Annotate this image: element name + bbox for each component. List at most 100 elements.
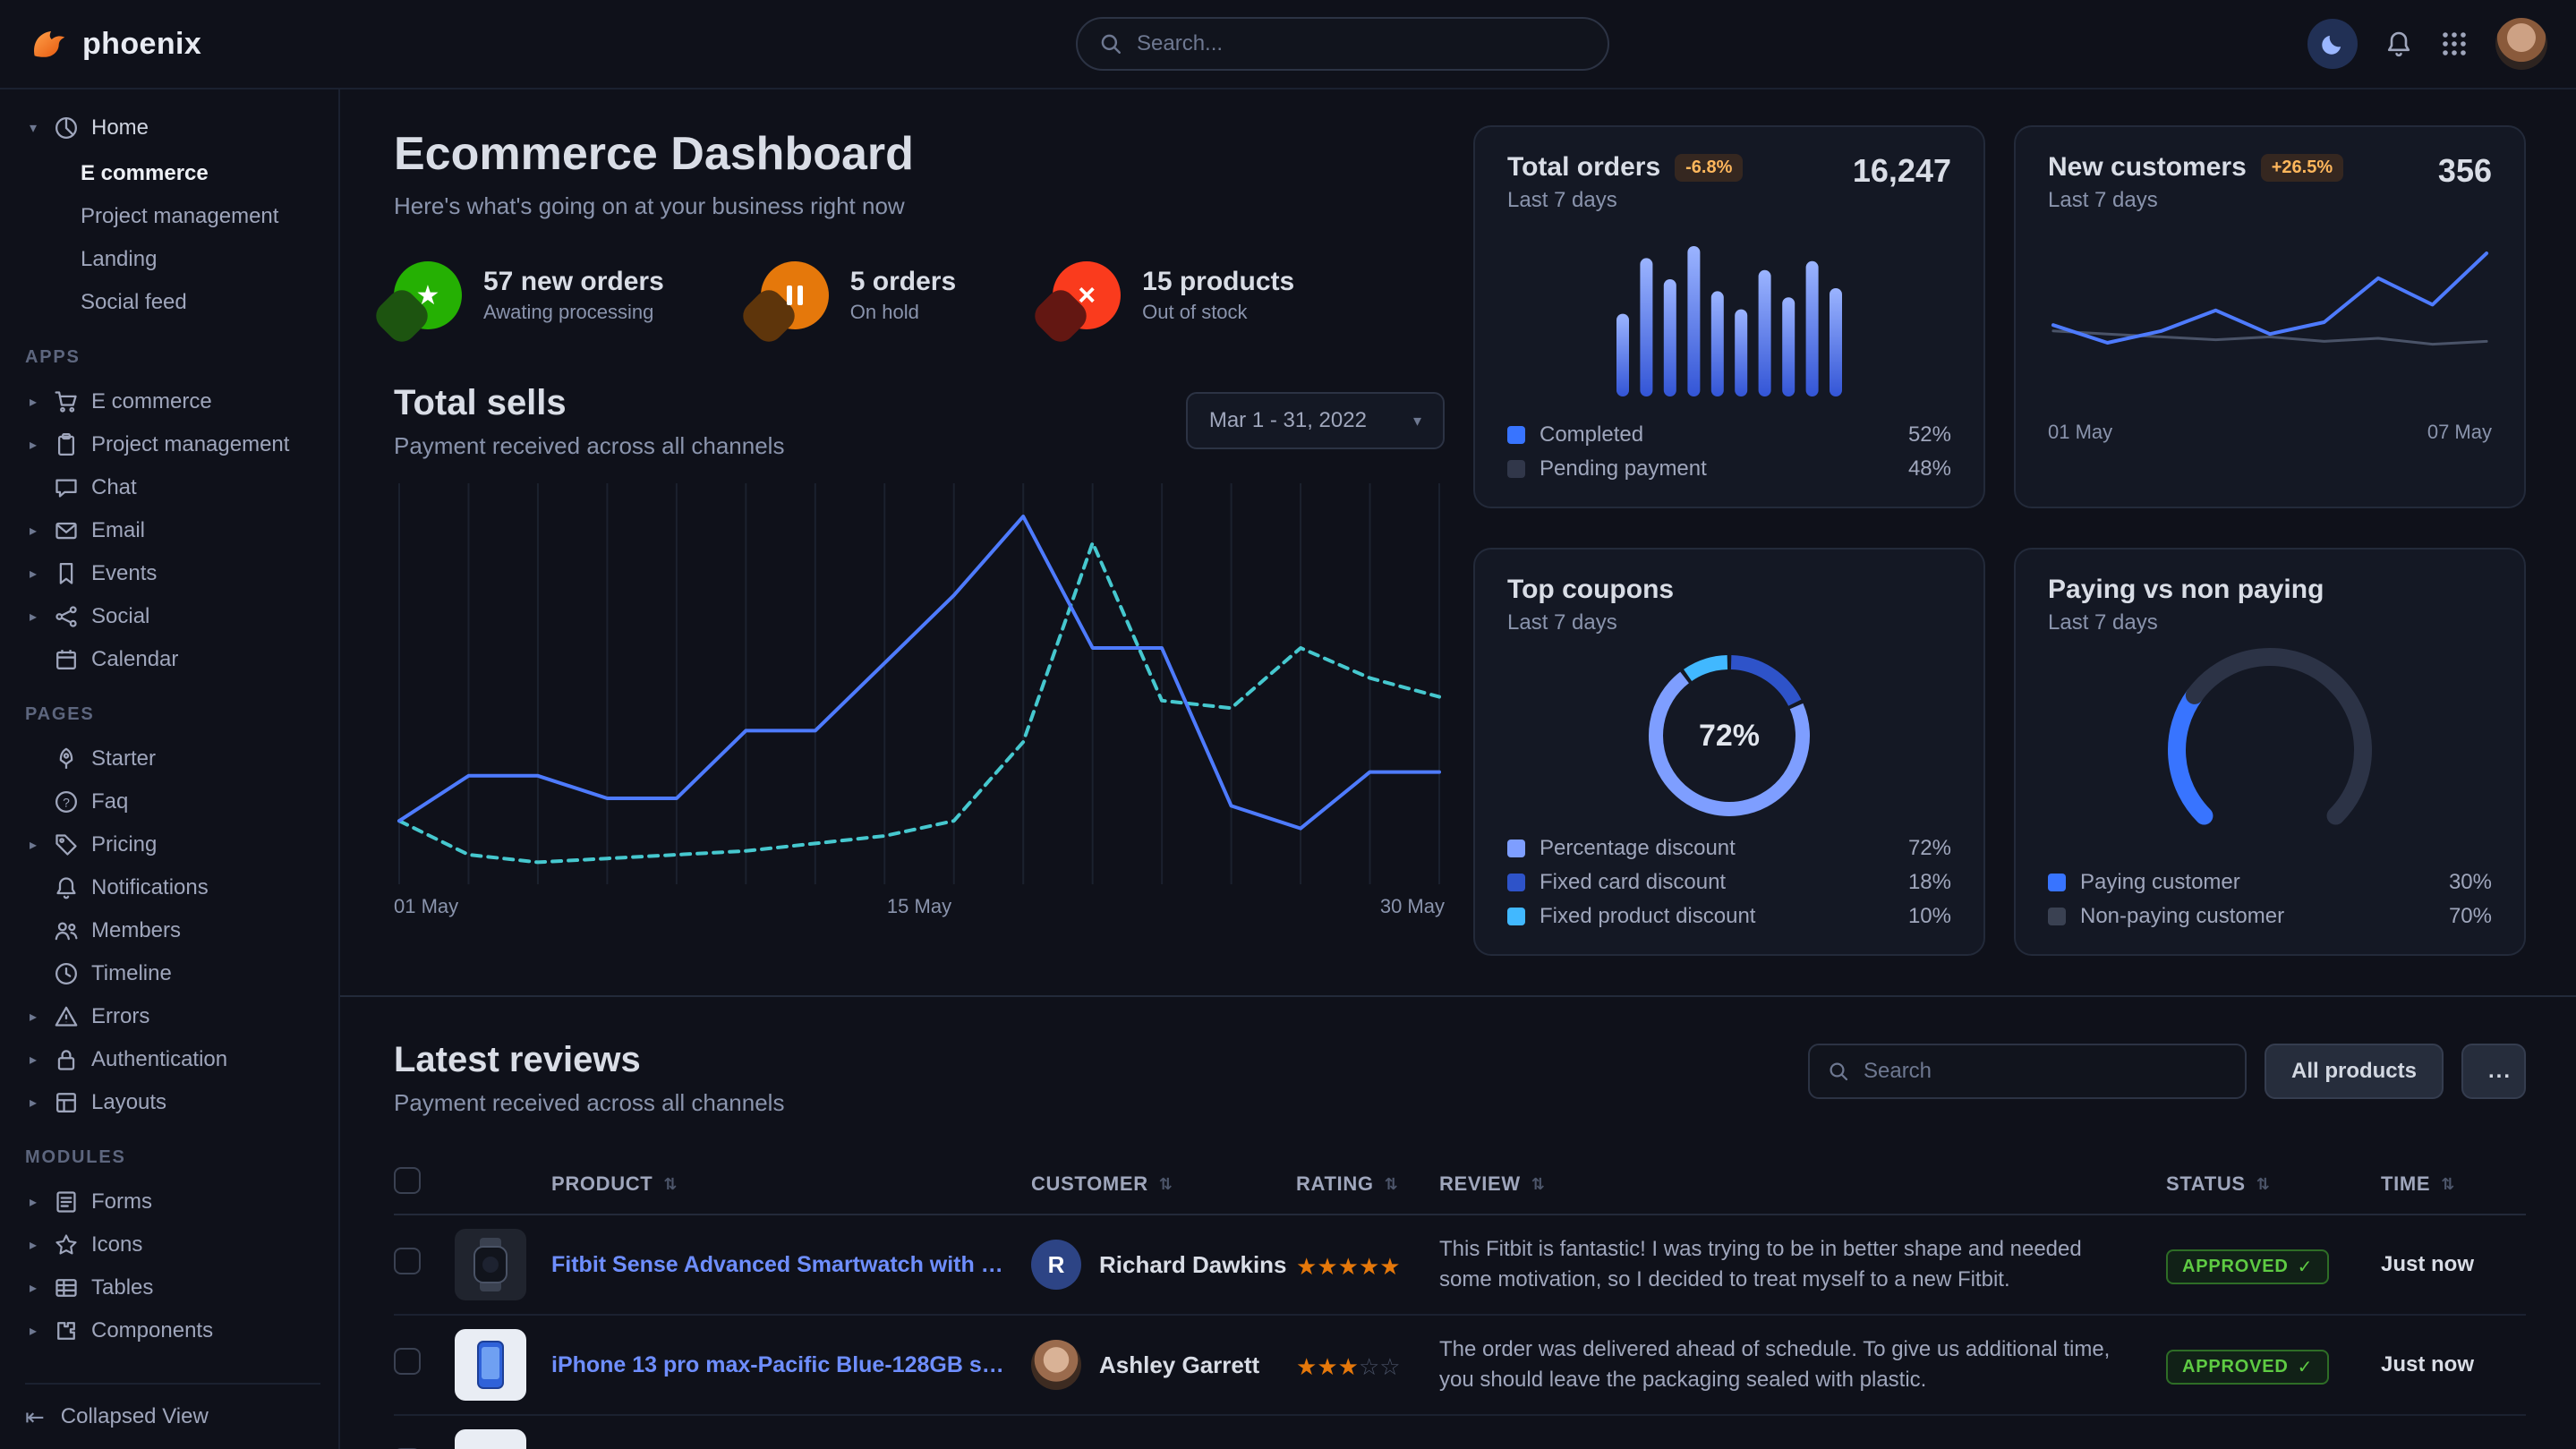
sidebar-home-submenu: E commerce Project management Landing So…: [25, 152, 320, 324]
new-customers-x-axis: 01 May 07 May: [2048, 421, 2492, 444]
clock-icon: [54, 961, 79, 986]
collapse-sidebar-toggle[interactable]: ⇤ Collapsed View: [25, 1383, 320, 1449]
user-avatar[interactable]: [2495, 18, 2547, 70]
calendar-icon: [54, 647, 79, 672]
card-title: New customers: [2048, 152, 2247, 183]
sidebar-item-components[interactable]: ▸ Components: [25, 1309, 320, 1352]
caret-right-icon: ▸: [25, 522, 41, 540]
global-search-input[interactable]: [1137, 31, 1586, 56]
sidebar-item-email[interactable]: ▸ Email: [25, 509, 320, 552]
sidebar-item-home[interactable]: ▾ Home: [25, 104, 320, 152]
product-thumbnail[interactable]: [455, 1229, 526, 1300]
caret-right-icon: ▸: [25, 1279, 41, 1297]
global-search[interactable]: [1076, 17, 1609, 71]
sidebar-item-errors[interactable]: ▸ Errors: [25, 995, 320, 1038]
reviews-title: Latest reviews: [394, 1036, 784, 1083]
product-link[interactable]: iPhone 13 pro max-Pacific Blue-128GB sto…: [551, 1352, 1006, 1378]
select-all-checkbox[interactable]: [394, 1167, 421, 1194]
rocket-icon: [54, 746, 79, 771]
caret-right-icon: ▸: [25, 1193, 41, 1211]
star-icon: ★: [1296, 1253, 1317, 1280]
sidebar-item-authentication[interactable]: ▸ Authentication: [25, 1038, 320, 1081]
sidebar-item-tables[interactable]: ▸ Tables: [25, 1266, 320, 1309]
product-link[interactable]: Fitbit Sense Advanced Smartwatch with To…: [551, 1252, 1006, 1278]
sidebar-item-ecommerce-app[interactable]: ▸ E commerce: [25, 380, 320, 423]
sidebar-item-social[interactable]: ▸ Social: [25, 595, 320, 638]
sidebar-item-layouts[interactable]: ▸ Layouts: [25, 1081, 320, 1124]
sort-icon: ⇅: [1159, 1175, 1173, 1194]
sidebar-subitem-project-management[interactable]: Project management: [81, 195, 320, 238]
table-row: Fitbit Sense Advanced Smartwatch with To…: [394, 1215, 2526, 1316]
stat-caption: On hold: [850, 301, 956, 324]
row-checkbox[interactable]: [394, 1348, 421, 1375]
sidebar-item-events[interactable]: ▸ Events: [25, 552, 320, 595]
sidebar-item-icons[interactable]: ▸ Icons: [25, 1223, 320, 1266]
warning-icon: [54, 1004, 79, 1029]
all-products-button[interactable]: All products: [2265, 1044, 2444, 1099]
sidebar-item-chat[interactable]: Chat: [25, 466, 320, 509]
sidebar-section-pages: PAGES: [25, 704, 320, 725]
column-header-status[interactable]: STATUS⇅: [2166, 1172, 2381, 1196]
bell-icon: [2384, 30, 2413, 58]
question-circle-icon: [54, 789, 79, 814]
page-subtitle: Here's what's going on at your business …: [394, 190, 1445, 222]
sidebar-item-starter[interactable]: Starter: [25, 737, 320, 780]
status-badge: APPROVED✓: [2166, 1249, 2329, 1284]
legend-item: Paying customer 30%: [2048, 870, 2492, 895]
tag-icon: [54, 832, 79, 857]
sidebar-item-timeline[interactable]: Timeline: [25, 952, 320, 995]
legend-item: Percentage discount 72%: [1507, 836, 1951, 861]
brand[interactable]: phoenix: [29, 24, 201, 64]
share-icon: [54, 604, 79, 629]
row-checkbox[interactable]: [394, 1248, 421, 1274]
caret-right-icon: ▸: [25, 1008, 41, 1026]
sidebar-subitem-social-feed[interactable]: Social feed: [81, 281, 320, 324]
product-thumbnail[interactable]: [455, 1429, 526, 1449]
star-icon: ★: [394, 261, 462, 329]
sidebar-item-members[interactable]: Members: [25, 909, 320, 952]
sidebar-item-pricing[interactable]: ▸ Pricing: [25, 823, 320, 866]
date-range-select[interactable]: Mar 1 - 31, 2022 ▾: [1186, 392, 1445, 449]
column-header-customer[interactable]: CUSTOMER⇅: [1031, 1172, 1296, 1196]
layout-icon: [54, 1090, 79, 1115]
dashboard-header-section: Ecommerce Dashboard Here's what's going …: [394, 125, 1445, 956]
product-thumbnail[interactable]: [455, 1329, 526, 1401]
reviews-search[interactable]: [1808, 1044, 2247, 1099]
table-icon: [54, 1275, 79, 1300]
theme-toggle-button[interactable]: [2307, 19, 2358, 69]
table-row: [394, 1416, 2526, 1449]
apps-grid-button[interactable]: [2440, 30, 2469, 58]
more-options-button[interactable]: ...: [2461, 1044, 2526, 1099]
card-caption: Last 7 days: [1507, 610, 1951, 635]
sidebar-item-project-management[interactable]: ▸ Project management: [25, 423, 320, 466]
form-icon: [54, 1189, 79, 1215]
sidebar-item-faq[interactable]: Faq: [25, 780, 320, 823]
reviews-subtitle: Payment received across all channels: [394, 1087, 784, 1119]
notifications-button[interactable]: [2384, 30, 2413, 58]
legend-item: Fixed card discount 18%: [1507, 870, 1951, 895]
sort-icon: ⇅: [1531, 1175, 1546, 1194]
sidebar-item-notifications[interactable]: Notifications: [25, 866, 320, 909]
reviews-search-input[interactable]: [1864, 1059, 2227, 1084]
paying-vs-nonpaying-card: Paying vs non paying Last 7 days Paying …: [2014, 548, 2526, 956]
latest-reviews-section: Latest reviews Payment received across a…: [394, 997, 2526, 1449]
sidebar-item-forms[interactable]: ▸ Forms: [25, 1181, 320, 1223]
puzzle-icon: [54, 1318, 79, 1343]
sidebar-subitem-landing[interactable]: Landing: [81, 238, 320, 281]
caret-down-icon: ▾: [25, 119, 41, 137]
sidebar-item-calendar[interactable]: Calendar: [25, 638, 320, 681]
main-content: Ecommerce Dashboard Here's what's going …: [340, 89, 2576, 1449]
card-title: Paying vs non paying: [2048, 575, 2324, 605]
rating-stars: ★★★☆☆: [1296, 1349, 1439, 1382]
column-header-time[interactable]: TIME⇅: [2381, 1172, 2526, 1196]
pie-chart-icon: [54, 115, 79, 141]
smartwatch-image: [455, 1229, 526, 1300]
column-header-rating[interactable]: RATING⇅: [1296, 1172, 1439, 1196]
column-header-review[interactable]: REVIEW⇅: [1439, 1172, 2166, 1196]
donut-center-value: 72%: [1647, 653, 1812, 818]
reviews-table: PRODUCT⇅ CUSTOMER⇅ RATING⇅ REVIEW⇅ STATU…: [394, 1155, 2526, 1449]
caret-right-icon: ▸: [25, 836, 41, 854]
stat-caption: Awating processing: [483, 301, 664, 324]
column-header-product[interactable]: PRODUCT⇅: [455, 1172, 1031, 1196]
sidebar-subitem-ecommerce[interactable]: E commerce: [81, 152, 320, 195]
